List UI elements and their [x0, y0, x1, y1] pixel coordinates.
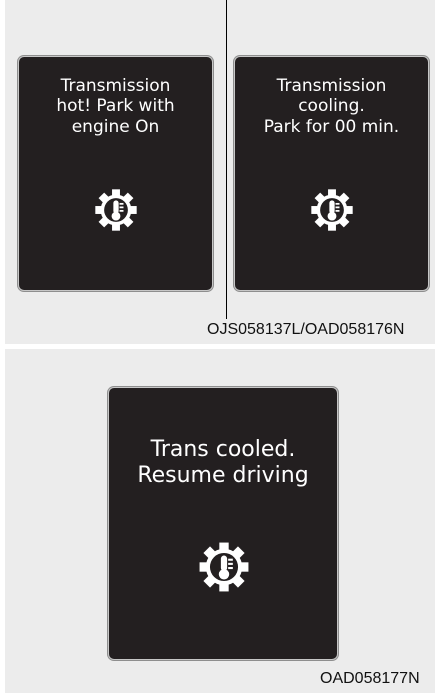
figure-panel-bottom: Trans cooled. Resume driving OAD058177N: [5, 349, 435, 693]
message-line: Resume driving: [137, 463, 309, 489]
figure-code: OAD058177N: [320, 670, 420, 687]
figure-panel-top: Transmission hot! Park with engine On Tr…: [5, 0, 435, 344]
transmission-temperature-icon: [311, 189, 353, 231]
message-line: Trans cooled.: [150, 437, 296, 462]
cluster-display-hot: Transmission hot! Park with engine On: [18, 56, 213, 291]
message-line: Transmission: [60, 76, 171, 96]
message-line: cooling.: [298, 96, 365, 117]
transmission-temperature-icon: [199, 542, 249, 592]
warning-message: Transmission cooling. Park for 00 min.: [235, 76, 428, 137]
message-line: Park for 00 min.: [263, 116, 400, 137]
message-line: Transmission: [276, 76, 387, 96]
figure-code: OJS058137L/OAD058176N: [207, 321, 405, 338]
warning-message: Trans cooled. Resume driving: [109, 437, 337, 490]
transmission-temperature-icon: [95, 189, 137, 231]
warning-message: Transmission hot! Park with engine On: [19, 76, 212, 137]
message-line: hot! Park with: [56, 96, 175, 117]
panel-divider: [226, 0, 227, 319]
cluster-display-cooling: Transmission cooling. Park for 00 min.: [234, 56, 429, 291]
cluster-display-cooled: Trans cooled. Resume driving: [108, 387, 338, 660]
message-line: engine On: [71, 116, 160, 137]
